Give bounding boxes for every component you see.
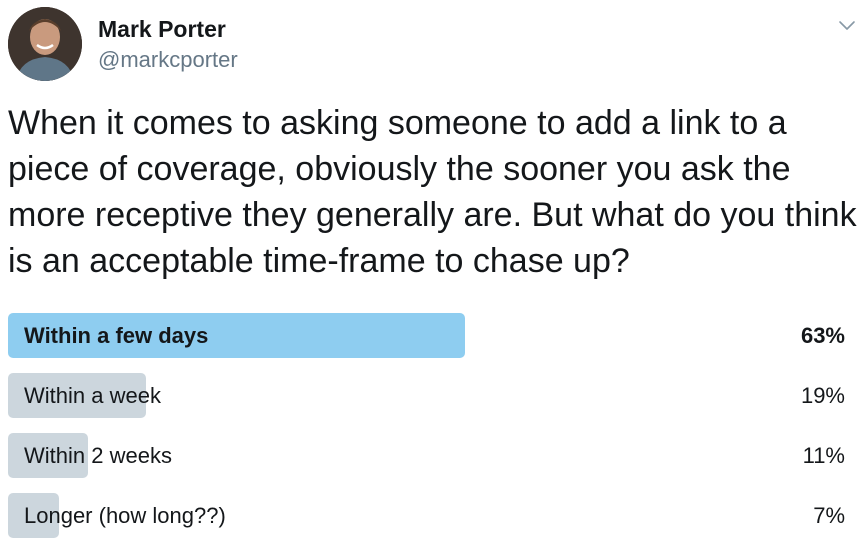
poll-option-label: Within 2 weeks	[24, 443, 172, 468]
poll-option-percent: 19%	[800, 383, 845, 408]
author-name[interactable]: Mark Porter	[98, 16, 226, 43]
poll: Within a few days 63% Within a week 19% …	[8, 313, 859, 553]
poll-option-percent: 11%	[802, 443, 845, 468]
avatar[interactable]	[8, 7, 82, 81]
poll-option-label: Within a few days	[24, 323, 209, 348]
poll-option: Longer (how long??) 7%	[8, 493, 859, 538]
chevron-down-icon[interactable]	[837, 15, 857, 35]
avatar-photo-icon	[8, 7, 82, 81]
poll-option-label: Within a week	[24, 383, 161, 408]
poll-option: Within 2 weeks 11%	[8, 433, 859, 478]
tweet-header: Mark Porter @markcporter	[8, 7, 859, 83]
poll-option: Within a week 19%	[8, 373, 859, 418]
poll-option-percent: 63%	[800, 323, 845, 348]
poll-option-percent: 7%	[813, 503, 845, 528]
tweet-text: When it comes to asking someone to add a…	[8, 104, 857, 280]
author-handle[interactable]: @markcporter	[98, 47, 238, 73]
poll-option: Within a few days 63%	[8, 313, 859, 358]
poll-option-label: Longer (how long??)	[24, 503, 226, 528]
